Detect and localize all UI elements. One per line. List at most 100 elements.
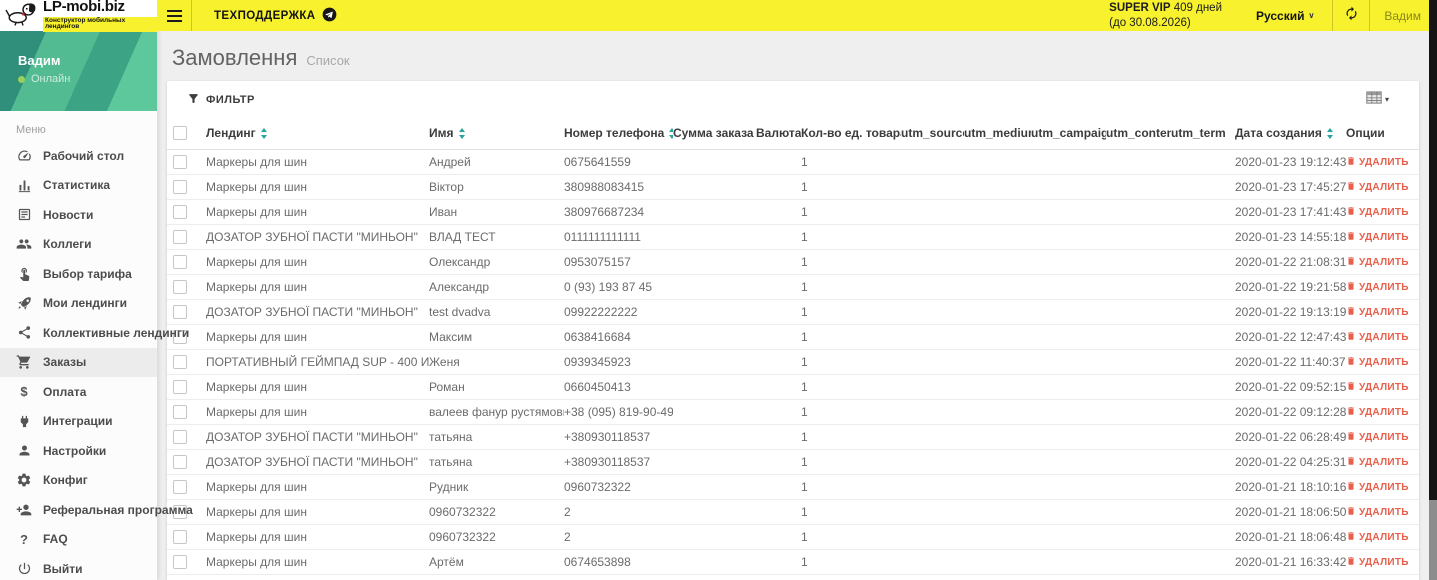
column-header-landing[interactable]: Лендинг	[206, 118, 429, 150]
column-header-created[interactable]: Дата создания	[1235, 118, 1346, 150]
sidebar-item-news[interactable]: Новости	[0, 200, 157, 230]
row-checkbox[interactable]	[173, 229, 187, 244]
sidebar-item-integrations[interactable]: Интеграции	[0, 407, 157, 437]
sort-icon[interactable]	[458, 127, 466, 139]
row-checkbox[interactable]	[173, 204, 187, 219]
sort-icon[interactable]	[260, 127, 268, 139]
logo[interactable]: LP-mobi.biz Конструктор мобильных лендин…	[0, 0, 157, 32]
refresh-button[interactable]	[1333, 0, 1369, 31]
delete-button[interactable]: УДАЛИТЬ	[1346, 181, 1409, 194]
cell-utm_medium	[964, 174, 1031, 200]
row-checkbox[interactable]	[173, 154, 187, 169]
sidebar-item-payment[interactable]: $ Оплата	[0, 377, 157, 407]
cell-utm_content	[1106, 499, 1171, 525]
sidebar-item-stats[interactable]: Статистика	[0, 171, 157, 201]
news-icon	[16, 207, 32, 222]
column-header-utm_content: utm_content	[1106, 118, 1171, 150]
trash-icon	[1346, 256, 1356, 269]
cell-name: ВЛАД ТЕСТ	[429, 224, 564, 250]
row-checkbox[interactable]	[173, 279, 187, 294]
delete-label: УДАЛИТЬ	[1359, 556, 1409, 568]
cell-utm_term	[1171, 274, 1235, 300]
delete-button[interactable]: УДАЛИТЬ	[1346, 156, 1409, 169]
column-header-phone[interactable]: Номер телефона	[564, 118, 673, 150]
delete-label: УДАЛИТЬ	[1359, 356, 1409, 368]
vertical-scrollbar[interactable]	[1429, 0, 1437, 580]
sidebar-item-collective-landings[interactable]: Коллективные лендинги	[0, 318, 189, 348]
sidebar-item-config[interactable]: Конфиг	[0, 466, 157, 496]
delete-button[interactable]: УДАЛИТЬ	[1346, 456, 1409, 469]
hamburger-menu-icon[interactable]	[157, 0, 191, 31]
page-subtitle: Список	[306, 53, 350, 68]
sidebar-item-settings[interactable]: Настройки	[0, 436, 157, 466]
trash-icon	[1346, 531, 1356, 544]
delete-button[interactable]: УДАЛИТЬ	[1346, 531, 1409, 544]
scrollbar-thumb[interactable]	[1429, 500, 1437, 580]
cell-name: Александр	[429, 274, 564, 300]
cell-qty: 1	[801, 224, 901, 250]
column-visibility-button[interactable]: ▾	[1366, 90, 1389, 109]
sidebar-item-label: Статистика	[43, 178, 111, 193]
support-button[interactable]: ТЕХПОДДЕРЖКА	[192, 0, 359, 31]
delete-label: УДАЛИТЬ	[1359, 431, 1409, 443]
cell-currency	[756, 274, 801, 300]
sidebar-item-colleagues[interactable]: Коллеги	[0, 230, 157, 260]
delete-button[interactable]: УДАЛИТЬ	[1346, 256, 1409, 269]
cell-created: 2020-01-23 19:12:43	[1235, 149, 1346, 175]
row-checkbox[interactable]	[173, 254, 187, 269]
delete-button[interactable]: УДАЛИТЬ	[1346, 281, 1409, 294]
cell-qty: 1	[801, 199, 901, 225]
people-icon	[16, 236, 32, 252]
cell-utm_medium	[964, 224, 1031, 250]
table-row: Маркеры для шин 0960732322 2 1 2020-01-21 18…	[167, 524, 1419, 550]
delete-button[interactable]: УДАЛИТЬ	[1346, 481, 1409, 494]
row-checkbox[interactable]	[173, 529, 187, 544]
row-checkbox[interactable]	[173, 454, 187, 469]
cell-qty: 1	[801, 449, 901, 475]
sidebar-item-referral[interactable]: Реферальная программа	[0, 495, 193, 525]
cell-utm_term	[1171, 424, 1235, 450]
sidebar-item-tariff[interactable]: Выбор тарифа	[0, 259, 157, 289]
sort-icon[interactable]	[1326, 127, 1334, 139]
row-checkbox[interactable]	[173, 429, 187, 444]
delete-button[interactable]: УДАЛИТЬ	[1346, 506, 1409, 519]
cell-phone: 0674653898	[564, 549, 673, 575]
sidebar-item-logout[interactable]: Выйти	[0, 554, 157, 580]
cell-name: 0960732322	[429, 524, 564, 550]
sidebar-item-dashboard[interactable]: Рабочий стол	[0, 141, 157, 171]
row-checkbox[interactable]	[173, 479, 187, 494]
sidebar-item-faq[interactable]: ? FAQ	[0, 525, 157, 555]
delete-button[interactable]: УДАЛИТЬ	[1346, 206, 1409, 219]
delete-button[interactable]: УДАЛИТЬ	[1346, 381, 1409, 394]
row-checkbox[interactable]	[173, 404, 187, 419]
select-all-checkbox[interactable]	[173, 126, 187, 141]
delete-button[interactable]: УДАЛИТЬ	[1346, 556, 1409, 569]
cell-utm_content	[1106, 399, 1171, 425]
delete-button[interactable]: УДАЛИТЬ	[1346, 431, 1409, 444]
cell-utm_content	[1106, 149, 1171, 175]
sidebar-item-orders[interactable]: Заказы	[0, 347, 157, 377]
header-username[interactable]: Вадим	[1370, 0, 1437, 31]
cell-currency	[756, 349, 801, 375]
cell-created: 2020-01-23 17:45:27	[1235, 174, 1346, 200]
cell-utm_term	[1171, 224, 1235, 250]
sidebar-item-my-landings[interactable]: Мои лендинги	[0, 289, 157, 319]
delete-button[interactable]: УДАЛИТЬ	[1346, 331, 1409, 344]
row-checkbox[interactable]	[173, 379, 187, 394]
column-header-name[interactable]: Имя	[429, 118, 564, 150]
share-icon	[16, 325, 32, 340]
delete-button[interactable]: УДАЛИТЬ	[1346, 406, 1409, 419]
delete-button[interactable]: УДАЛИТЬ	[1346, 356, 1409, 369]
cell-utm_source	[901, 349, 964, 375]
logo-title: LP-mobi.biz	[43, 0, 125, 15]
row-checkbox[interactable]	[173, 304, 187, 319]
sidebar-item-label: Выйти	[43, 561, 83, 576]
row-checkbox[interactable]	[173, 554, 187, 569]
language-selector[interactable]: Русский ∨	[1238, 0, 1332, 31]
delete-button[interactable]: УДАЛИТЬ	[1346, 231, 1409, 244]
filter-button[interactable]: ФИЛЬТР	[187, 92, 255, 108]
row-checkbox[interactable]	[173, 179, 187, 194]
row-checkbox[interactable]	[173, 354, 187, 369]
delete-button[interactable]: УДАЛИТЬ	[1346, 306, 1409, 319]
cell-name: Олександр	[429, 249, 564, 275]
